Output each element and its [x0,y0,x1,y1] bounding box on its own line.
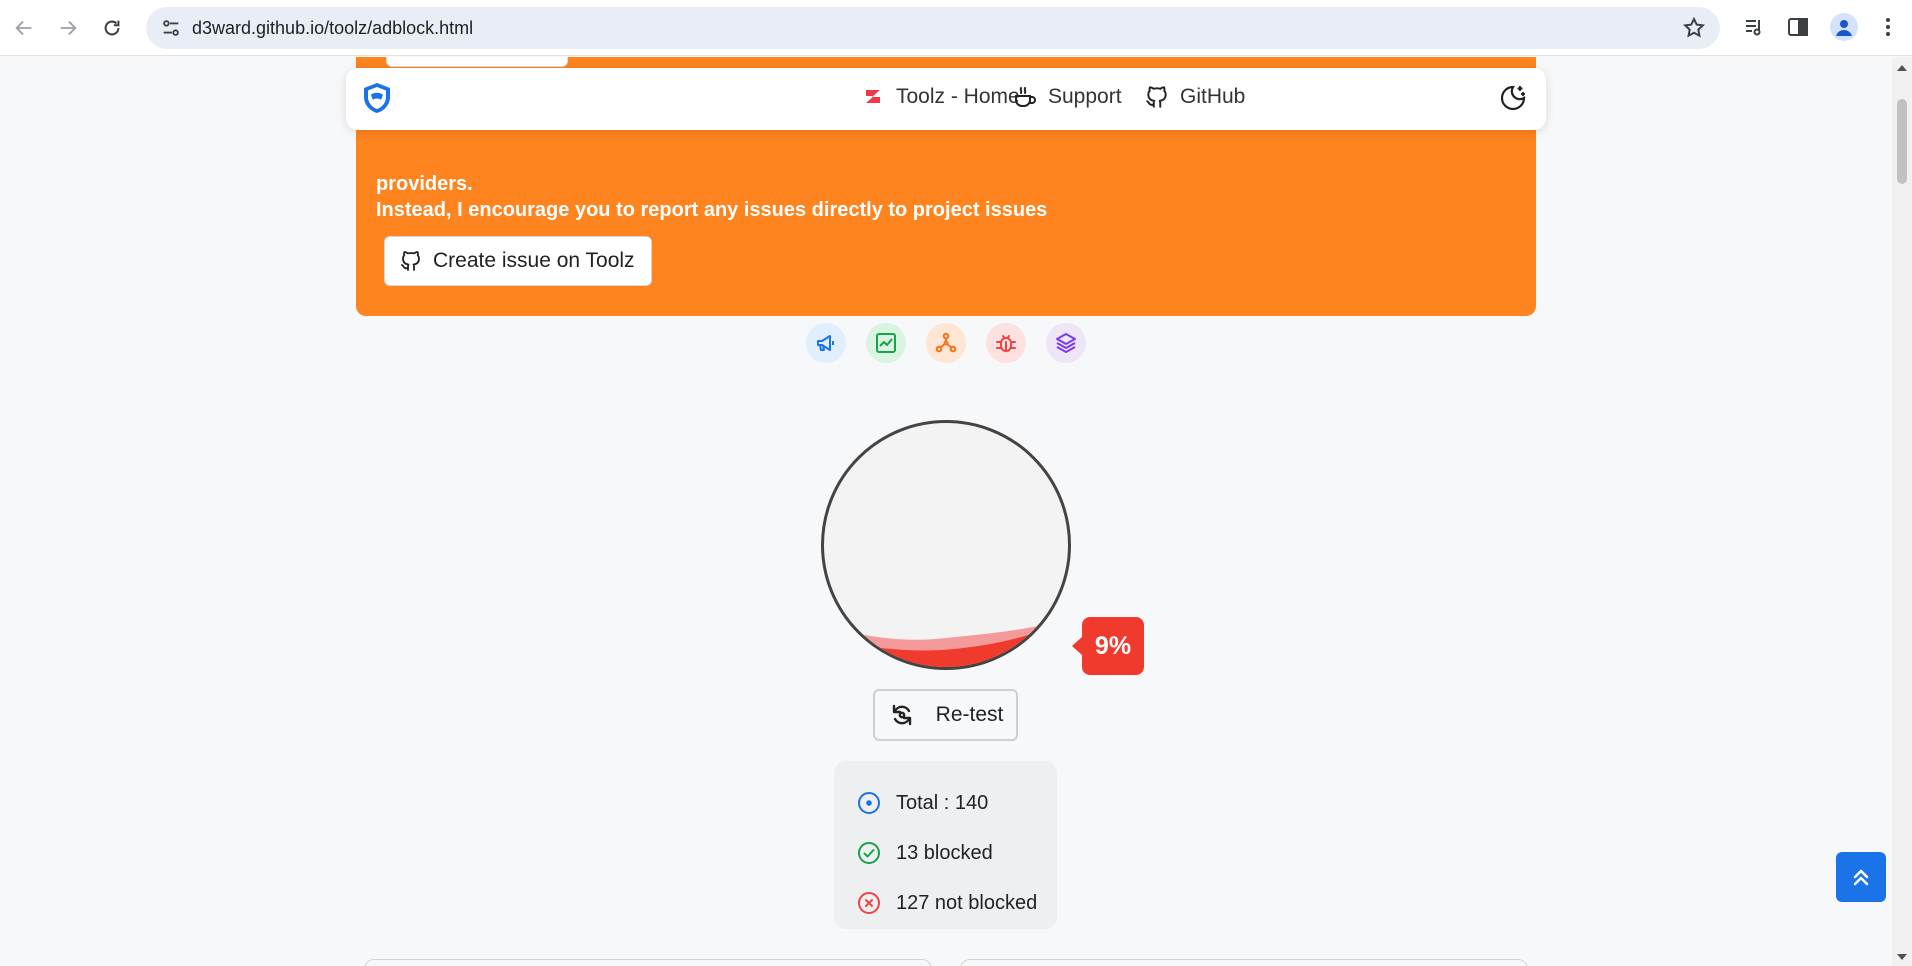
nav-toolz-home-label: Toolz - Home [896,85,1020,108]
create-issue-button[interactable]: Create issue on Toolz [384,236,652,286]
github-icon [1146,86,1167,108]
media-queue-button[interactable] [1740,13,1768,41]
reload-icon [104,20,120,36]
category-mix[interactable] [1046,323,1086,363]
banner-top-button[interactable] [386,57,568,67]
test-category-filters [806,323,1086,363]
profile-button[interactable] [1830,13,1858,41]
scroll-down-arrow[interactable] [1897,954,1907,960]
stat-not-blocked: 127 not blocked [856,878,1057,928]
nav-github-label: GitHub [1180,85,1246,108]
category-ads[interactable] [806,323,846,363]
nav-github[interactable]: GitHub [1144,84,1245,110]
forward-button[interactable] [52,12,84,44]
stat-not-blocked-label: 127 not blocked [896,891,1038,914]
more-menu-button[interactable] [1874,13,1902,41]
back-button[interactable] [8,12,40,44]
reload-button[interactable] [96,12,128,44]
results-card-left [364,959,932,966]
site-settings-icon[interactable] [160,17,182,39]
scroll-thumb[interactable] [1897,99,1907,184]
github-icon [401,251,420,271]
create-issue-label: Create issue on Toolz [433,249,635,272]
percent-badge: 9% [1072,617,1144,675]
results-card-right [960,959,1528,966]
banner-message: Instead, I encourage you to report any i… [376,199,1048,221]
browser-toolbar: d3ward.github.io/toolz/adblock.html [0,0,1912,56]
nav-support[interactable]: Support [1012,84,1122,110]
layers-icon [1056,333,1076,353]
x-circle-icon [858,892,880,914]
nav-support-label: Support [1048,85,1122,108]
double-chevron-up-icon [1853,869,1869,886]
scroll-to-top-button[interactable] [1836,852,1886,902]
stat-blocked-label: 13 blocked [896,841,993,864]
category-trackers[interactable] [926,323,966,363]
network-icon [935,332,957,353]
stat-total-label: Total : 140 [896,791,989,814]
address-bar[interactable]: d3ward.github.io/toolz/adblock.html [146,7,1720,49]
back-icon [15,20,32,36]
stat-blocked: 13 blocked [856,828,1057,878]
chart-icon [876,333,896,353]
side-panel-button[interactable] [1784,13,1812,41]
moon-icon[interactable] [1498,83,1528,113]
check-circle-icon [858,842,880,864]
nav-toolz-home[interactable]: Toolz - Home [860,84,1020,110]
page-scrollbar[interactable] [1892,57,1912,966]
gauge-fill [824,619,1068,667]
result-gauge [821,420,1071,670]
retest-button[interactable]: Re-test [873,689,1018,741]
retest-label: Re-test [935,703,1004,726]
profile-icon [1836,20,1852,36]
page-content: providers. Instead, I encourage you to r… [0,57,1892,966]
bookmark-star-icon[interactable] [1682,16,1706,40]
top-navbar: Toolz - Home Support GitHub [346,68,1546,130]
adblock-shield-logo-icon[interactable] [360,81,394,115]
stat-total: Total : 140 [856,778,1057,828]
bug-icon [996,335,1016,352]
more-menu-icon [1886,18,1890,36]
megaphone-icon [817,335,834,351]
stats-panel: Total : 140 13 blocked 127 not blocked [834,761,1057,929]
target-icon [858,792,880,814]
url-text[interactable]: d3ward.github.io/toolz/adblock.html [192,18,473,39]
category-error-trackers[interactable] [986,323,1026,363]
forward-icon [60,20,77,36]
side-panel-icon [1788,18,1808,36]
banner-cut-text: providers. [376,173,473,195]
coffee-icon [1015,87,1036,107]
toolz-logo-icon [866,90,880,103]
media-queue-icon [1746,20,1761,36]
scroll-up-arrow[interactable] [1897,65,1907,71]
refresh-icon [892,704,911,726]
category-analytics[interactable] [866,323,906,363]
